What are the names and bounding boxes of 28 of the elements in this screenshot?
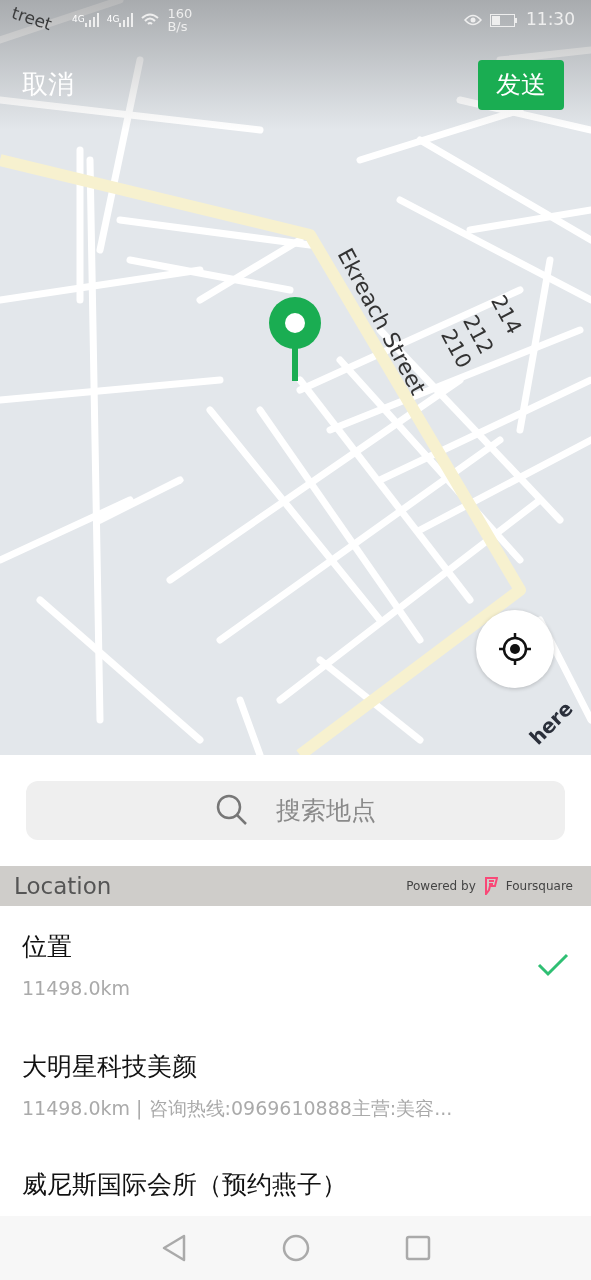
place-item[interactable]: 大明星科技美颜 11498.0km | 咨询热线:0969610888主营:美容... (0, 1024, 591, 1142)
search-icon (216, 794, 248, 826)
place-item[interactable]: 威尼斯国际会所（预约燕子） (0, 1142, 591, 1204)
foursquare-logo-icon (483, 877, 498, 895)
wifi-icon (141, 13, 160, 27)
place-detail: 11498.0km (22, 975, 131, 1001)
house-number-label: 214 (486, 291, 527, 339)
network-speed: 160 (167, 7, 193, 20)
map-pin-icon (269, 297, 321, 381)
street-label: treet (9, 2, 55, 35)
recents-icon[interactable] (404, 1235, 431, 1261)
battery-icon (490, 13, 518, 27)
crosshair-icon (497, 631, 533, 667)
network-speed-unit: B/s (167, 20, 189, 33)
back-icon[interactable] (160, 1234, 187, 1262)
place-item[interactable]: 位置 11498.0km (0, 906, 591, 1024)
home-icon[interactable] (281, 1234, 310, 1262)
search-field[interactable]: 搜索地点 (26, 781, 565, 840)
provider-name: Foursquare (505, 878, 573, 895)
place-name: 威尼斯国际会所（预约燕子） (22, 1169, 347, 1201)
place-name: 大明星科技美颜 (22, 1051, 198, 1083)
place-detail: 11498.0km | 咨询热线:0969610888主营:美容... (22, 1095, 453, 1122)
eye-icon (464, 14, 482, 26)
status-time: 11:30 (526, 8, 575, 32)
powered-by-text: Powered by (406, 878, 476, 895)
place-name: 位置 (22, 931, 73, 963)
locate-button[interactable] (476, 610, 554, 688)
section-title: Location (14, 871, 112, 901)
